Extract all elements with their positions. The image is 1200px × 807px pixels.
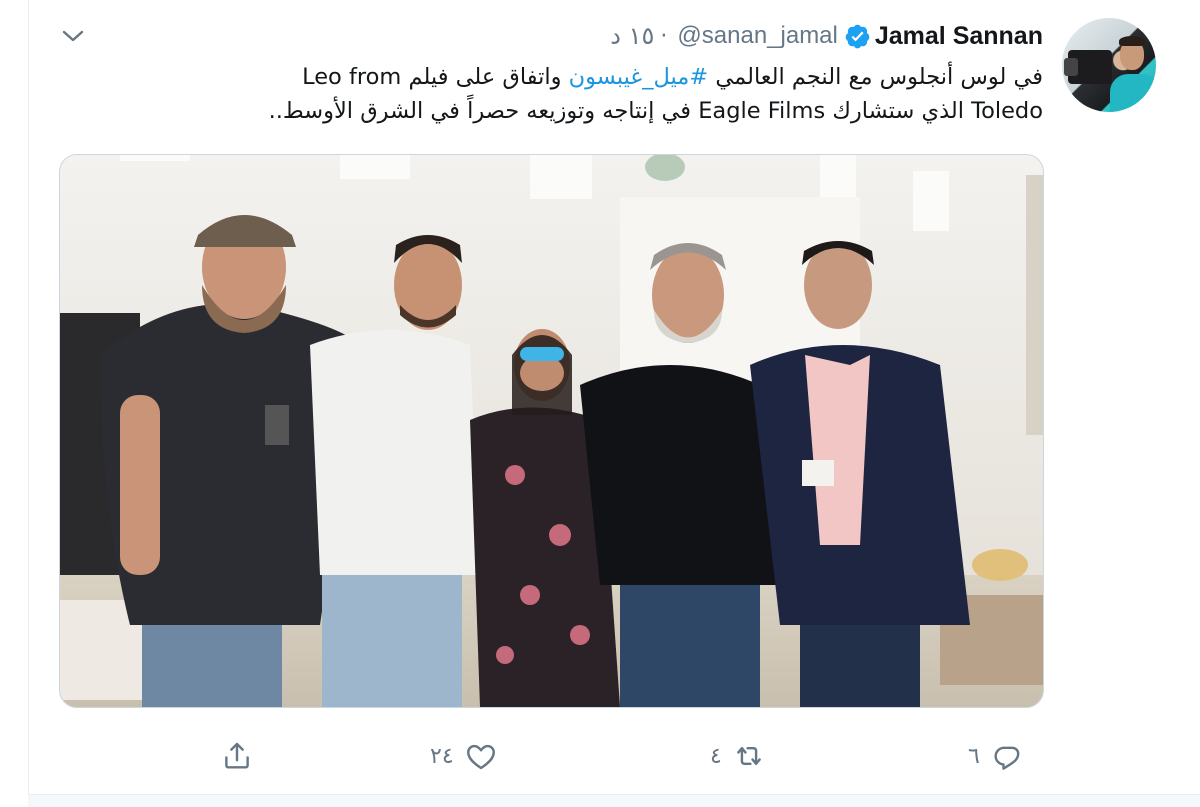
heart-icon — [466, 744, 495, 770]
chevron-down-icon[interactable] — [60, 24, 86, 48]
next-tweet-background — [28, 795, 1200, 807]
avatar[interactable] — [1062, 18, 1156, 112]
author-name[interactable]: Jamal Sannan — [875, 22, 1043, 51]
tweet-header: Jamal Sannan @sanan_jamal · ١٥ د — [610, 20, 1043, 52]
verified-badge-icon — [845, 24, 870, 48]
retweet-icon — [736, 747, 761, 765]
share-icon — [225, 742, 249, 769]
tweet-actions: ٦ ٤ ٢٤ — [0, 736, 1200, 776]
share-button[interactable] — [220, 736, 254, 776]
hashtag-link[interactable]: #ميل_غيبسون — [569, 64, 709, 90]
separator-dot: · — [660, 23, 668, 49]
tweet-time[interactable]: ١٥ د — [610, 22, 654, 50]
retweet-button[interactable]: ٤ — [710, 736, 766, 776]
group-photo — [60, 155, 1043, 707]
tweet-text-line-1: في لوس أنجلوس مع النجم العالمي #ميل_غيبس… — [302, 64, 1043, 90]
retweet-count: ٤ — [710, 743, 722, 769]
like-button[interactable]: ٢٤ — [430, 736, 498, 776]
tweet-photo[interactable] — [59, 154, 1044, 708]
reply-count: ٦ — [968, 743, 980, 769]
reply-button[interactable]: ٦ — [968, 736, 1024, 776]
tweet-text: في لوس أنجلوس مع النجم العالمي #ميل_غيبس… — [75, 60, 1043, 128]
author-handle[interactable]: @sanan_jamal — [677, 22, 837, 50]
tweet-text-line-2: Toledo الذي ستشارك Eagle Films في إنتاجه… — [268, 98, 1043, 124]
like-count: ٢٤ — [430, 743, 454, 769]
reply-icon — [994, 746, 1020, 770]
